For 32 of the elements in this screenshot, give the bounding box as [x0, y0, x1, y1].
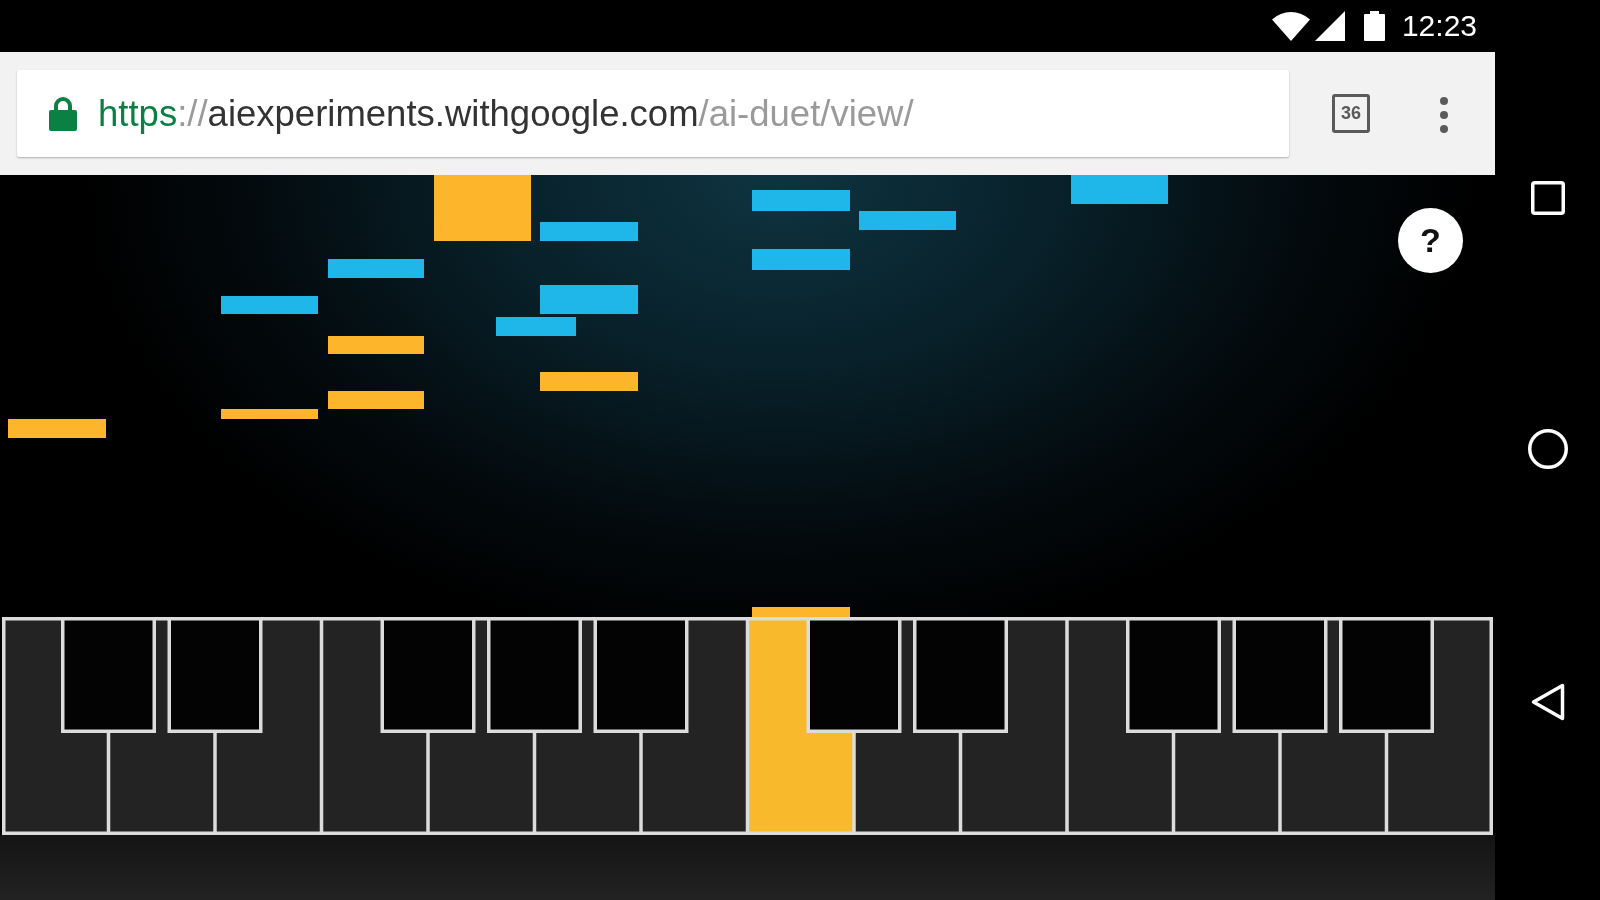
piano-key[interactable]: [110, 620, 214, 832]
piano-key[interactable]: [216, 620, 320, 832]
wifi-icon: [1271, 11, 1310, 41]
piano-key[interactable]: [749, 620, 853, 832]
menu-icon[interactable]: [1440, 97, 1448, 133]
address-bar[interactable]: https://aiexperiments.withgoogle.com/ai-duet/view/: [17, 70, 1289, 157]
piano-key[interactable]: [323, 620, 427, 832]
piano-key[interactable]: [1388, 620, 1490, 832]
piano-key[interactable]: [855, 620, 959, 832]
piano-key[interactable]: [5, 620, 107, 832]
recents-square-icon[interactable]: [1530, 181, 1565, 215]
tab-count-button[interactable]: 36: [1332, 94, 1370, 133]
piano-key[interactable]: [1068, 620, 1172, 832]
sharp-piano-key[interactable]: [1129, 620, 1218, 730]
home-circle-icon[interactable]: [1527, 429, 1568, 469]
piano-key[interactable]: [536, 620, 640, 832]
piano-key[interactable]: [642, 620, 746, 832]
piano-key[interactable]: [1175, 620, 1279, 832]
back-triangle-icon[interactable]: [1530, 683, 1565, 721]
clock-time: 12:23: [1401, 9, 1477, 43]
help-button[interactable]: ?: [1398, 208, 1463, 273]
piano-key[interactable]: [1281, 620, 1385, 832]
piano-key[interactable]: [962, 620, 1066, 832]
sharp-piano-key[interactable]: [490, 620, 579, 730]
sharp-piano-key[interactable]: [64, 620, 153, 730]
lock-icon: [49, 96, 77, 131]
sharp-piano-key[interactable]: [916, 620, 1005, 730]
signal-icon: [1314, 11, 1345, 41]
sharp-piano-key[interactable]: [1342, 620, 1431, 730]
battery-icon: [1363, 11, 1385, 41]
piano-key[interactable]: [429, 620, 533, 832]
url-text: https://aiexperiments.withgoogle.com/ai-duet/view/: [98, 91, 914, 136]
